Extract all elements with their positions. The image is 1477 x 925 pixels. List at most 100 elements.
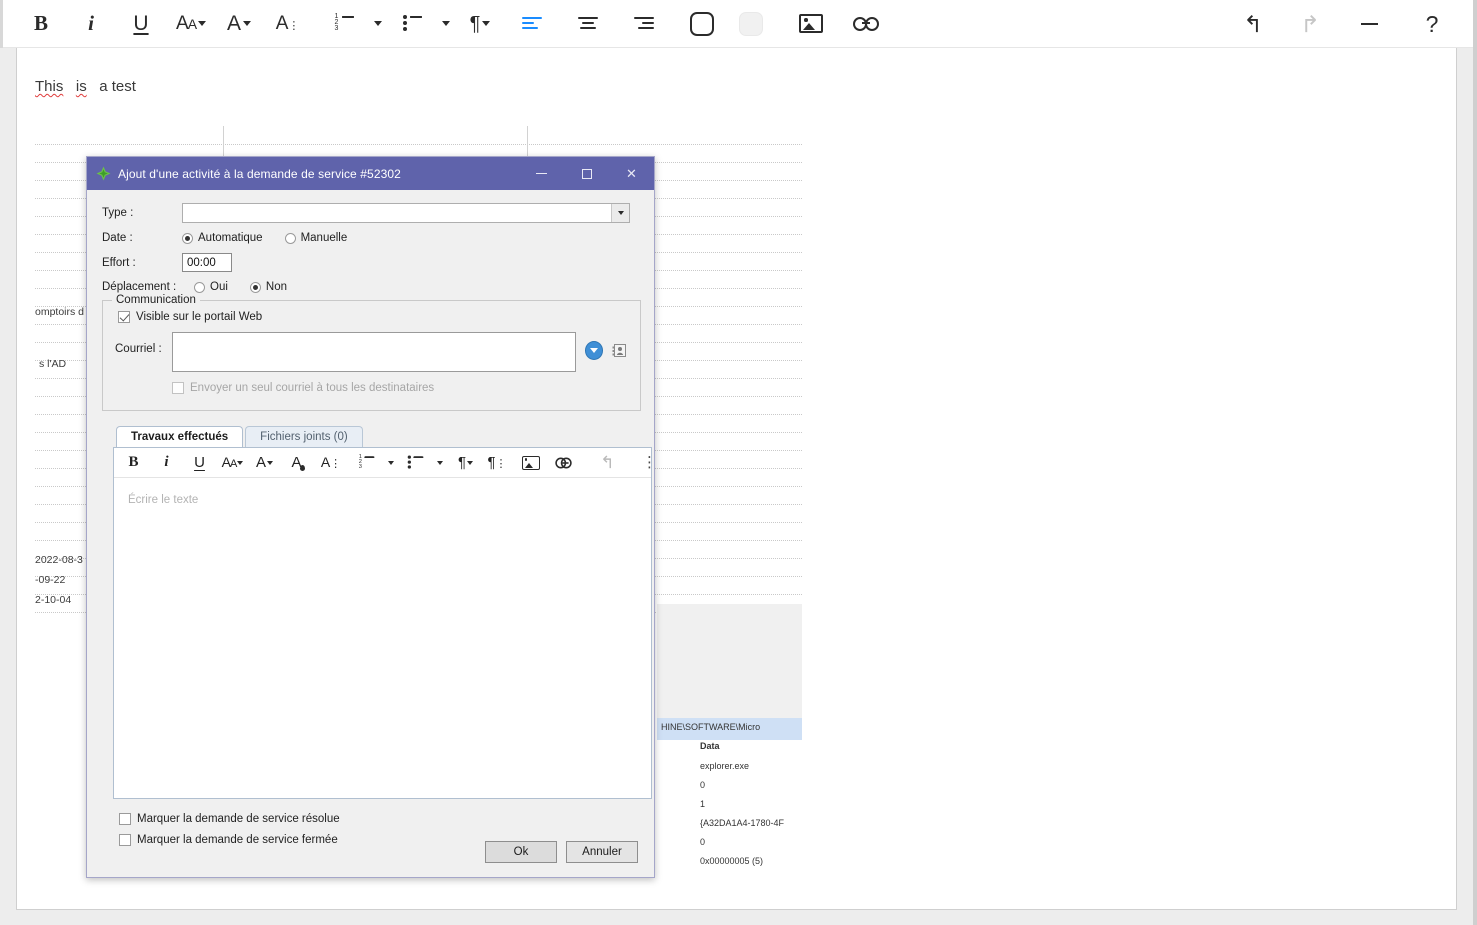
background-color-button[interactable] — [733, 7, 769, 41]
chevron-down-icon — [237, 460, 244, 465]
communication-group: Communication Visible sur le portail Web… — [102, 294, 641, 411]
undo-icon: ↰ — [1243, 10, 1263, 37]
visible-portal-row[interactable]: Visible sur le portail Web — [118, 311, 628, 323]
border-style-button[interactable] — [684, 7, 720, 41]
chevron-down-icon — [442, 21, 451, 26]
bullet-list-button[interactable] — [394, 7, 430, 41]
editor-font-color-button[interactable]: A — [284, 451, 309, 475]
address-book-icon[interactable] — [611, 343, 628, 358]
editor-text-area[interactable]: Écrire le texte — [114, 478, 651, 798]
editor-more-options-button[interactable]: ⋮ — [637, 451, 662, 475]
activity-dialog: Ajout d'une activité à la demande de ser… — [86, 156, 657, 878]
effort-row: Effort : 00:00 — [102, 253, 639, 272]
editor-font-family-button[interactable]: AA — [220, 451, 245, 475]
editor-paragraph-label: ¶ — [457, 454, 467, 471]
registry-path: HINE\SOFTWARE\Micro — [661, 722, 761, 732]
radio-manuelle[interactable]: Manuelle — [284, 232, 366, 244]
underline-label: U — [133, 12, 149, 35]
font-color-button[interactable]: A⋮ — [269, 7, 305, 41]
mark-closed-checkbox[interactable] — [119, 834, 131, 846]
editor-insert-link-button[interactable] — [551, 451, 576, 475]
undo-button[interactable]: ↰ — [1235, 7, 1271, 41]
radio-oui[interactable]: Oui — [194, 281, 246, 293]
bold-button[interactable]: B — [23, 7, 59, 41]
editor-italic-button[interactable]: i — [154, 451, 179, 475]
registry-value-4: 0 — [700, 837, 706, 847]
editor-insert-image-button[interactable] — [518, 451, 543, 475]
ok-button[interactable]: Ok — [485, 841, 557, 863]
align-right-button[interactable] — [626, 7, 662, 41]
type-dropdown-arrow[interactable] — [611, 204, 629, 222]
help-button[interactable]: ? — [1414, 7, 1450, 41]
chevron-down-icon — [387, 460, 394, 465]
editor-highlight-button[interactable]: A⋮ — [318, 451, 343, 475]
radio-automatique[interactable]: Automatique — [182, 232, 281, 244]
radio-non[interactable]: Non — [249, 281, 305, 293]
ordered-list-dropdown[interactable] — [369, 7, 385, 41]
type-input[interactable] — [183, 204, 611, 222]
editor-paragraph-button[interactable]: ¶ — [453, 451, 478, 475]
courriel-dropdown-button[interactable] — [584, 341, 603, 360]
underline-button[interactable]: U — [123, 7, 159, 41]
font-size-button[interactable]: A — [221, 7, 257, 41]
mark-closed-label: Marquer la demande de service fermée — [137, 834, 338, 846]
radio-manuelle-icon — [284, 232, 296, 244]
paragraph-format-button[interactable]: ¶ — [462, 7, 498, 41]
mark-resolved-checkbox[interactable] — [119, 813, 131, 825]
redo-button[interactable]: ↱ — [1292, 7, 1328, 41]
tab-fichiers-joints[interactable]: Fichiers joints (0) — [245, 426, 363, 447]
editor-line-spacing-button[interactable]: ¶⋮ — [484, 451, 509, 475]
radio-automatique-icon — [182, 232, 193, 244]
editor-ordered-list-button[interactable]: 123 — [354, 451, 379, 475]
bullet-list-icon — [407, 455, 424, 469]
ordered-list-button[interactable]: 123 — [326, 7, 362, 41]
editor-highlight-label: A⋮ — [320, 454, 341, 470]
effort-input[interactable]: 00:00 — [182, 253, 232, 272]
align-center-button[interactable] — [570, 7, 606, 41]
deplacement-label: Déplacement : — [102, 281, 177, 293]
align-left-icon — [522, 16, 543, 31]
document-page[interactable]: This is a test omptoirs d s l'AD 2022-08… — [16, 48, 1457, 910]
cancel-button[interactable]: Annuler — [566, 841, 638, 863]
editor-placeholder: Écrire le texte — [128, 494, 199, 506]
editor-bullet-list-button[interactable] — [403, 451, 428, 475]
mark-resolved-row[interactable]: Marquer la demande de service résolue — [119, 813, 639, 825]
visible-portal-checkbox[interactable] — [118, 311, 130, 323]
insert-link-button[interactable] — [848, 7, 884, 41]
editor-underline-button[interactable]: U — [187, 451, 212, 475]
ordered-list-icon: 123 — [335, 13, 354, 32]
toolbar-group-swatches — [683, 7, 770, 41]
minimize-icon — [536, 173, 547, 174]
align-left-button[interactable] — [514, 7, 550, 41]
redo-icon: ↱ — [1300, 10, 1320, 37]
date-radio-group: Automatique Manuelle — [182, 232, 365, 244]
courriel-input[interactable] — [172, 332, 576, 372]
bullet-list-dropdown[interactable] — [437, 7, 453, 41]
editor-tabs: Travaux effectués Fichiers joints (0) — [102, 425, 639, 447]
editor-undo-button[interactable]: ↰ — [595, 451, 620, 475]
help-icon: ? — [1425, 10, 1439, 37]
minimize-button[interactable] — [1351, 7, 1387, 41]
editor-bold-button[interactable]: B — [121, 451, 146, 475]
italic-button[interactable]: i — [73, 7, 109, 41]
deplacement-radio-group: Oui Non — [194, 281, 305, 293]
tab-travaux-effectues[interactable]: Travaux effectués — [116, 426, 244, 447]
dialog-titlebar[interactable]: Ajout d'une activité à la demande de ser… — [87, 157, 654, 190]
italic-label: i — [88, 11, 94, 35]
chevron-down-icon — [617, 211, 624, 215]
editor-bullet-list-dropdown[interactable] — [431, 451, 447, 475]
date-label: Date : — [102, 232, 133, 244]
maximize-icon — [581, 168, 592, 179]
type-combobox[interactable] — [182, 203, 630, 223]
link-icon — [555, 457, 572, 468]
dialog-minimize-button[interactable] — [519, 157, 564, 190]
dialog-close-button[interactable]: ✕ — [609, 157, 654, 190]
dialog-maximize-button[interactable] — [564, 157, 609, 190]
registry-value-0: explorer.exe — [700, 761, 750, 771]
editor-ordered-list-dropdown[interactable] — [382, 451, 398, 475]
font-family-button[interactable]: AA — [173, 7, 209, 41]
editor-font-size-button[interactable]: A — [252, 451, 277, 475]
app-window: B i U AA A A⋮ 123 ¶ ↰ ↱ ? This is a test… — [0, 0, 1477, 925]
toolbar-group-text: B i U AA A A⋮ — [22, 7, 306, 41]
insert-image-button[interactable] — [793, 7, 829, 41]
